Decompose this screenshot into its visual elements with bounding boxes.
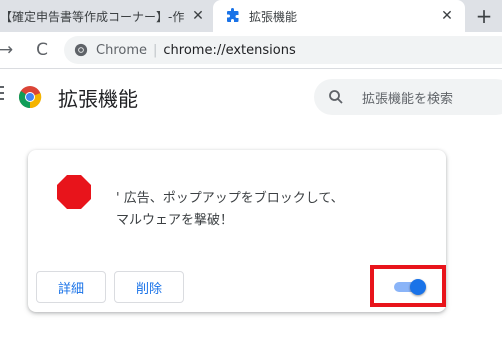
- chrome-icon: [74, 43, 88, 57]
- search-icon: [329, 90, 343, 104]
- tab-strip: 【確定申告書等作成コーナー】-作成コ ✕ 拡張機能 ✕ +: [0, 0, 502, 32]
- extension-description: ' 広告、ポップアップをブロックして、 マルウェアを撃破！: [116, 191, 344, 228]
- close-icon[interactable]: ✕: [188, 8, 208, 24]
- tab-title: 拡張機能: [249, 9, 298, 24]
- address-bar[interactable]: Chrome | chrome://extensions: [64, 36, 502, 64]
- puzzle-icon: [227, 8, 239, 22]
- site-name: Chrome: [96, 42, 147, 58]
- reload-button[interactable]: C: [30, 38, 54, 62]
- extensions-header: 拡張機能 拡張機能を検索: [0, 69, 502, 125]
- page-title: 拡張機能: [58, 87, 138, 111]
- toolbar: → C Chrome | chrome://extensions: [0, 32, 502, 68]
- omnibox-separator: |: [153, 42, 158, 58]
- close-icon[interactable]: ✕: [437, 8, 457, 24]
- tab-title: 【確定申告書等作成コーナー】-作成コ: [0, 9, 184, 24]
- extension-search-input[interactable]: 拡張機能を検索: [314, 79, 502, 115]
- tab-tax-return[interactable]: 【確定申告書等作成コーナー】-作成コ ✕: [0, 0, 212, 32]
- new-tab-button[interactable]: +: [472, 4, 496, 28]
- forward-button[interactable]: →: [0, 38, 18, 62]
- details-button[interactable]: 詳細: [36, 271, 106, 303]
- chrome-logo-icon: [19, 86, 42, 109]
- menu-icon[interactable]: [0, 83, 4, 103]
- tab-extensions[interactable]: 拡張機能 ✕: [213, 0, 465, 32]
- search-placeholder: 拡張機能を検索: [362, 91, 454, 107]
- url-text: chrome://extensions: [163, 42, 296, 58]
- remove-button[interactable]: 削除: [114, 271, 184, 303]
- stop-sign-icon: [57, 175, 91, 209]
- highlight-box: [370, 265, 446, 307]
